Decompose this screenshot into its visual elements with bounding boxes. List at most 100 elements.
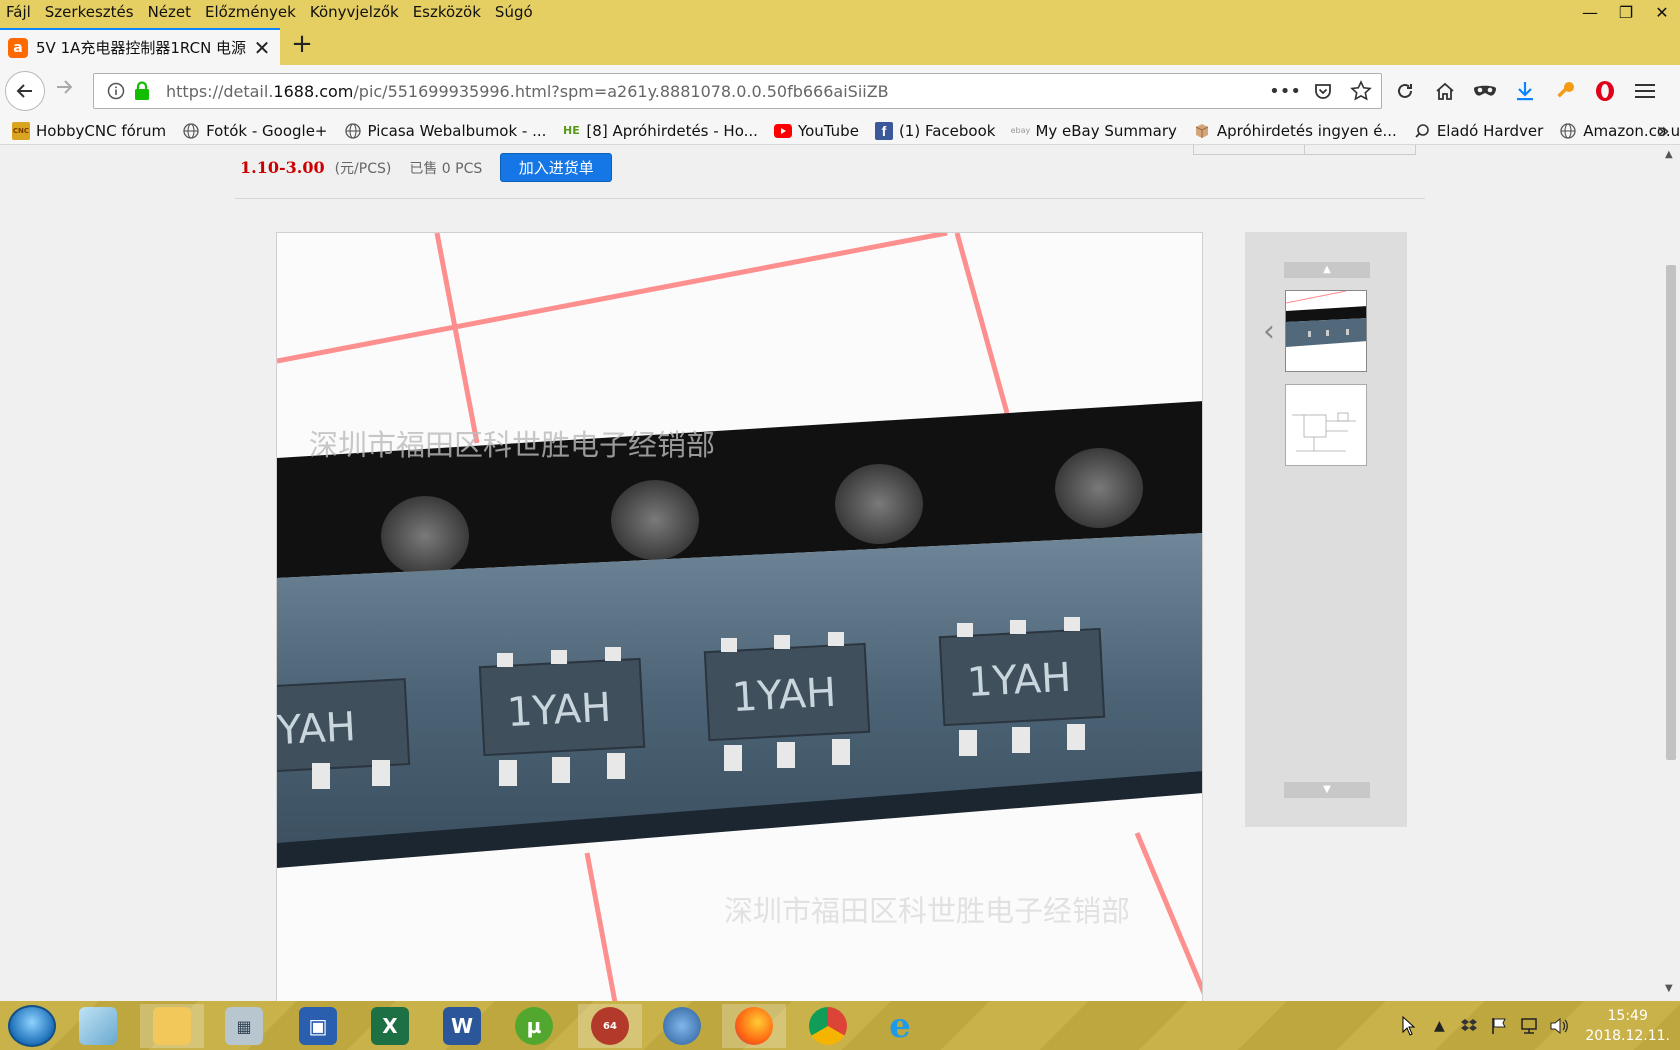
bookmark-label: Fotók - Google+ xyxy=(206,121,328,140)
thumbnail-panel: ▲ ‹ ▼ xyxy=(1245,232,1407,827)
scroll-down-arrow-icon[interactable]: ▼ xyxy=(1665,983,1673,994)
ebay-icon: ebay xyxy=(1010,126,1031,135)
globe-icon xyxy=(182,122,200,140)
menu-help[interactable]: Súgó xyxy=(488,0,540,25)
chip-marking-partial: YAH xyxy=(277,704,357,754)
taskbar-thunderbird[interactable] xyxy=(650,1004,714,1048)
menu-bookmarks[interactable]: Könyvjelzők xyxy=(303,0,406,25)
taskbar-save[interactable]: ▣ xyxy=(286,1004,350,1048)
bookmark-label: YouTube xyxy=(797,121,859,140)
flag-icon[interactable] xyxy=(1489,1016,1509,1036)
thumbnail-1[interactable] xyxy=(1285,290,1367,372)
thumbnail-scroll-up-button[interactable]: ▲ xyxy=(1284,262,1370,278)
arrow-left-icon xyxy=(16,84,32,98)
private-mask-icon[interactable] xyxy=(1472,78,1498,104)
taskbar-firefox[interactable] xyxy=(722,1004,786,1048)
bookmark-hardverapro[interactable]: HE [8] Apróhirdetés - Ho... xyxy=(562,122,758,140)
page-content: 1.10-3.00 (元/PCS) 已售 0 PCS 加入进货单 YAH 1YA… xyxy=(0,145,1662,1001)
bookmark-label: Picasa Webalbumok - ... xyxy=(367,121,547,140)
add-to-purchase-list-button[interactable]: 加入进货单 xyxy=(500,153,613,182)
tray-overflow-icon[interactable]: ▲ xyxy=(1429,1016,1449,1036)
bookmark-label: Eladó Hardver xyxy=(1436,121,1544,140)
bookmark-star-icon[interactable] xyxy=(1349,79,1373,103)
menu-file[interactable]: Fájl xyxy=(0,0,38,25)
taskbar-chrome[interactable] xyxy=(796,1004,860,1048)
tab-active[interactable]: a 5V 1A充电器控制器1RCN 电源 ✕ xyxy=(0,28,280,65)
bookmark-label: (1) Facebook xyxy=(898,121,996,140)
url-host: 1688.com xyxy=(273,81,354,101)
bookmark-label: Apróhirdetés ingyen é... xyxy=(1216,121,1397,140)
vertical-scrollbar[interactable]: ▲ ▼ xyxy=(1662,145,1680,1001)
taskbar-calculator[interactable]: ▦ xyxy=(212,1004,276,1048)
excel-icon: X xyxy=(371,1007,409,1045)
youtube-icon xyxy=(773,122,792,140)
divider xyxy=(235,198,1425,199)
menu-tools[interactable]: Eszközök xyxy=(406,0,488,25)
reload-icon[interactable] xyxy=(1392,78,1418,104)
arrow-right-icon xyxy=(57,80,73,94)
bookmark-google-photos[interactable]: Fotók - Google+ xyxy=(182,121,328,140)
taskbar-utorrent[interactable]: µ xyxy=(502,1004,566,1048)
thumbnail-scroll-down-button[interactable]: ▼ xyxy=(1284,782,1370,798)
new-tab-button[interactable]: + xyxy=(289,31,315,58)
menu-edit[interactable]: Szerkesztés xyxy=(38,0,141,25)
url-text[interactable]: https://detail.1688.com/pic/551699935996… xyxy=(166,82,889,101)
taskbar-excel[interactable]: X xyxy=(358,1004,422,1048)
url-bar[interactable]: https://detail.1688.com/pic/551699935996… xyxy=(93,73,1382,109)
taskbar: ▦ ▣ X W µ 64 e ▲ 15:49 2018.12.11. xyxy=(0,1001,1680,1050)
tab-close-icon[interactable]: ✕ xyxy=(252,36,272,60)
bookmark-ebay[interactable]: ebay My eBay Summary xyxy=(1010,121,1177,140)
bookmark-facebook[interactable]: f (1) Facebook xyxy=(874,121,996,140)
notepad-icon xyxy=(79,1007,117,1045)
clock[interactable]: 15:49 2018.12.11. xyxy=(1585,1006,1670,1046)
info-icon[interactable] xyxy=(104,79,128,103)
network-icon[interactable] xyxy=(1519,1016,1539,1036)
tab-bar: a 5V 1A充电器控制器1RCN 电源 ✕ + xyxy=(0,25,1680,65)
menu-history[interactable]: Előzmények xyxy=(198,0,303,25)
chip-marking-3: 1YAH xyxy=(966,655,1072,706)
bookmark-label: [8] Apróhirdetés - Ho... xyxy=(586,121,758,140)
bookmark-elado-hardver[interactable]: Eladó Hardver xyxy=(1413,122,1543,140)
main-product-image[interactable]: YAH 1YAH 1YAH 1YAH 深圳市福田区科世胜电子经销部 深圳市福田区… xyxy=(276,232,1203,1001)
taskbar-game[interactable]: 64 xyxy=(578,1004,642,1048)
menu-bar: Fájl Szerkesztés Nézet Előzmények Könyvj… xyxy=(0,0,1680,25)
pocket-icon[interactable] xyxy=(1311,79,1335,103)
forward-button[interactable] xyxy=(54,77,74,103)
start-button[interactable] xyxy=(8,1005,56,1047)
bookmark-aprohirdetes[interactable]: Apróhirdetés ingyen é... xyxy=(1193,122,1397,140)
menu-view[interactable]: Nézet xyxy=(141,0,198,25)
taskbar-notepad[interactable] xyxy=(66,1004,130,1048)
chevron-left-icon[interactable]: ‹ xyxy=(1263,314,1275,349)
opera-extension-icon[interactable] xyxy=(1592,78,1618,104)
search-icon xyxy=(1413,122,1431,140)
scroll-thumb[interactable] xyxy=(1666,265,1676,760)
folder-icon xyxy=(153,1007,191,1045)
volume-icon[interactable] xyxy=(1549,1016,1569,1036)
alibaba-favicon-icon: a xyxy=(8,37,28,58)
minimize-button[interactable]: — xyxy=(1572,0,1608,25)
key-extension-icon[interactable] xyxy=(1552,78,1578,104)
bookmark-label: My eBay Summary xyxy=(1035,121,1177,140)
restore-button[interactable]: ❐ xyxy=(1608,0,1644,25)
download-icon[interactable] xyxy=(1512,78,1538,104)
top-tabs-edge xyxy=(1193,145,1416,155)
scroll-up-arrow-icon[interactable]: ▲ xyxy=(1665,149,1673,160)
taskbar-word[interactable]: W xyxy=(430,1004,494,1048)
chevron-double-right-icon[interactable]: » xyxy=(1657,119,1670,144)
box-icon xyxy=(1193,122,1211,140)
thunderbird-icon xyxy=(663,1007,701,1045)
dropbox-icon[interactable] xyxy=(1459,1016,1479,1036)
bookmark-picasa[interactable]: Picasa Webalbumok - ... xyxy=(344,121,547,140)
back-button[interactable] xyxy=(5,71,45,111)
home-icon[interactable] xyxy=(1432,78,1458,104)
bookmark-youtube[interactable]: YouTube xyxy=(773,121,859,140)
internet-explorer-icon: e xyxy=(889,1006,911,1046)
bookmark-hobbycnc[interactable]: CNC HobbyCNC fórum xyxy=(12,121,166,140)
close-window-button[interactable]: ✕ xyxy=(1644,0,1680,25)
hamburger-menu-icon[interactable] xyxy=(1632,78,1658,104)
thumbnail-2[interactable] xyxy=(1285,384,1367,466)
taskbar-internet-explorer[interactable]: e xyxy=(868,1004,932,1048)
taskbar-file-explorer[interactable] xyxy=(140,1004,204,1048)
more-actions-icon[interactable]: ••• xyxy=(1269,79,1301,103)
system-tray: ▲ 15:49 2018.12.11. xyxy=(1399,1001,1680,1050)
